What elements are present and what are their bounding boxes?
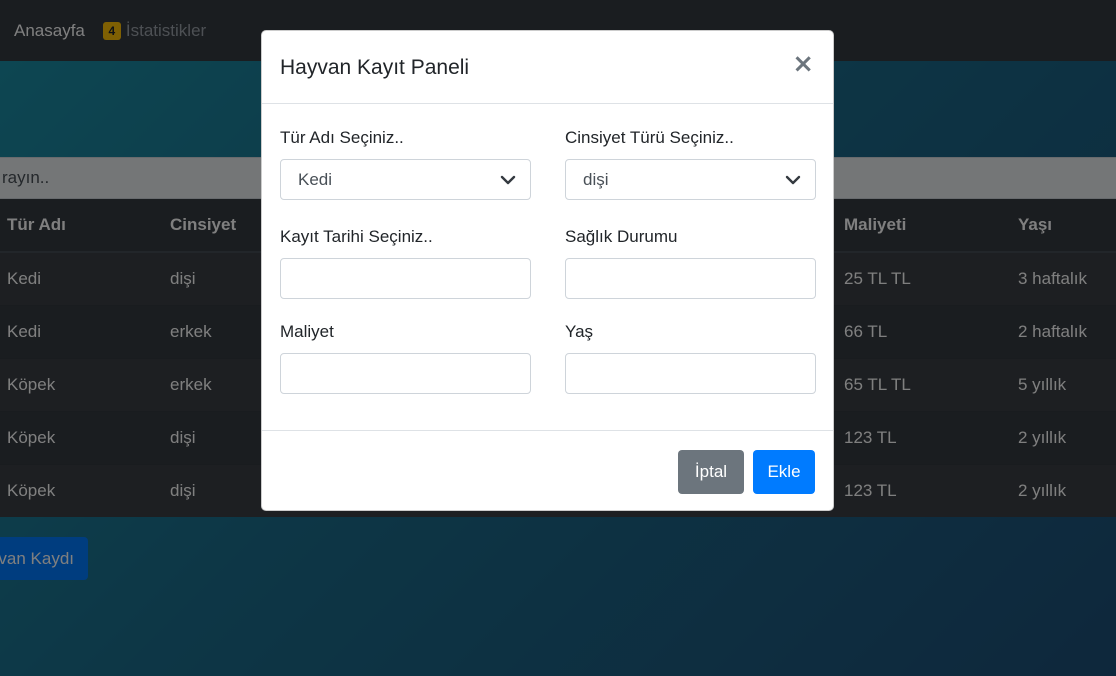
cost-label: Maliyet [280, 322, 334, 341]
modal-header: Hayvan Kayıt Paneli × [262, 31, 833, 104]
cancel-button[interactable]: İptal [678, 450, 744, 494]
age-input[interactable] [565, 353, 816, 394]
gender-select-value: dişi [583, 169, 609, 189]
chevron-down-icon [500, 175, 516, 184]
add-button[interactable]: Ekle [753, 450, 815, 494]
date-input[interactable] [280, 258, 531, 299]
modal-footer: İptal Ekle [262, 430, 833, 511]
cost-input[interactable] [280, 353, 531, 394]
health-label: Sağlık Durumu [565, 227, 678, 246]
species-select[interactable]: Kedi [280, 159, 531, 200]
modal-title: Hayvan Kayıt Paneli [280, 56, 470, 79]
species-label: Tür Adı Seçiniz.. [280, 128, 404, 147]
gender-select[interactable]: dişi [565, 159, 816, 200]
health-input[interactable] [565, 258, 816, 299]
gender-label: Cinsiyet Türü Seçiniz.. [565, 128, 734, 147]
animal-registration-modal: Hayvan Kayıt Paneli × Tür Adı Seçiniz.. … [261, 30, 834, 511]
chevron-down-icon [785, 175, 801, 184]
species-select-value: Kedi [298, 169, 333, 189]
age-label: Yaş [565, 322, 594, 341]
date-label: Kayıt Tarihi Seçiniz.. [280, 227, 433, 246]
modal-body: Tür Adı Seçiniz.. Kedi Cinsiyet Türü Seç… [262, 104, 833, 431]
close-icon[interactable]: × [792, 51, 814, 77]
